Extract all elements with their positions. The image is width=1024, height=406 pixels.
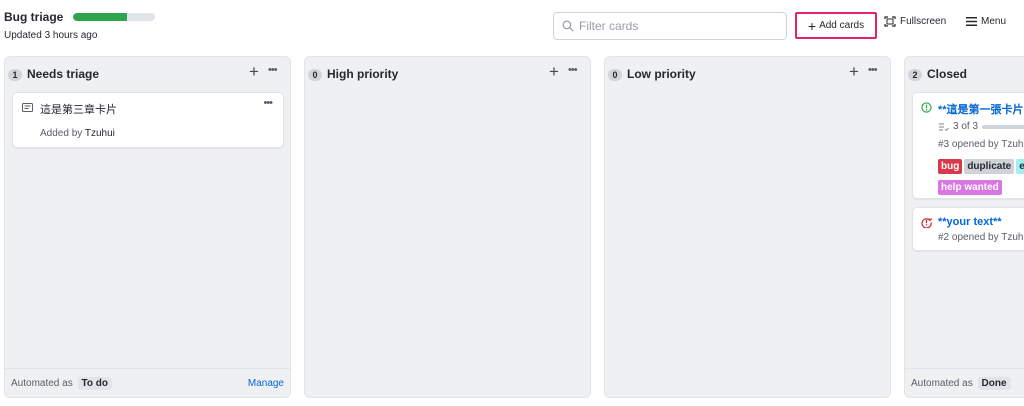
note-card-meta: Added by Tzuhui: [40, 128, 115, 139]
issue-opened-meta: #3 opened by Tzuhui: [938, 139, 1024, 150]
issue-label[interactable]: enhancement: [1016, 159, 1024, 174]
add-card-icon[interactable]: +: [849, 62, 859, 82]
issue-label[interactable]: duplicate: [964, 159, 1015, 174]
add-cards-button[interactable]: + Add cards: [795, 12, 877, 39]
column-footer: Automated as Done: [905, 368, 1024, 397]
checklist-icon: [939, 122, 949, 131]
menu-label: Menu: [981, 16, 1007, 27]
issue-open-icon: [921, 102, 932, 113]
add-cards-label: Add cards: [819, 20, 865, 31]
project-title: Bug triage: [4, 10, 64, 24]
issue-card[interactable]: **這是第一張卡片 3 of 3 #3 opened by Tzuhui bug…: [912, 92, 1024, 199]
column-title: Closed: [927, 67, 968, 81]
column-header: 1 Needs triage + •••: [5, 57, 290, 91]
column-closed: 2 Closed **這是第一張卡片 3 of 3 #3 opened by T…: [904, 56, 1024, 398]
automation-status: Automated as To do: [11, 377, 112, 390]
project-progress-fill: [73, 13, 128, 21]
issue-labels: bugduplicateenhancementgood first issueh…: [938, 156, 1024, 198]
automation-tag: Done: [977, 377, 1011, 390]
column-low-priority: 0 Low priority + •••: [604, 56, 891, 398]
fullscreen-label: Fullscreen: [900, 16, 947, 27]
note-card[interactable]: 這是第三章卡片 ••• Added by Tzuhui: [12, 92, 284, 148]
column-title: Needs triage: [27, 67, 100, 81]
added-by-label: Added by: [40, 128, 83, 139]
issue-label[interactable]: help wanted: [938, 180, 1002, 195]
column-header: 0 High priority + •••: [305, 57, 590, 91]
card-count-badge: 0: [308, 69, 322, 81]
card-count-badge: 0: [608, 69, 622, 81]
column-header: 2 Closed: [905, 57, 1024, 91]
task-progress-bar: [982, 124, 1024, 129]
issue-closed-icon: [921, 218, 932, 228]
automation-label: Automated as: [11, 378, 73, 389]
issue-opened-meta: #2 opened by Tzuhui: [938, 232, 1024, 243]
column-more-icon[interactable]: •••: [568, 64, 578, 76]
fullscreen-icon: [884, 16, 896, 27]
task-progress: 3 of 3: [938, 121, 1024, 132]
filter-cards-input[interactable]: [579, 19, 769, 33]
project-progress-bar: [73, 13, 155, 21]
column-needs-triage: 1 Needs triage + ••• 這是第三章卡片 ••• Added b…: [4, 56, 291, 398]
issue-label[interactable]: bug: [938, 159, 963, 174]
fullscreen-button[interactable]: Fullscreen: [884, 16, 946, 27]
column-header: 0 Low priority + •••: [605, 57, 890, 91]
issue-card-title[interactable]: **這是第一張卡片: [938, 101, 1024, 117]
search-icon: [562, 20, 574, 32]
note-icon: [22, 103, 33, 112]
note-card-title: 這是第三章卡片: [40, 104, 117, 116]
column-footer: Automated as To do Manage: [5, 368, 290, 397]
manage-automation-link[interactable]: Manage: [248, 378, 284, 389]
filter-cards-field[interactable]: [553, 12, 787, 40]
automation-status: Automated as Done: [911, 377, 1011, 390]
added-by-user[interactable]: Tzuhui: [85, 128, 115, 139]
issue-card-title[interactable]: **your text**: [938, 216, 1002, 228]
column-high-priority: 0 High priority + •••: [304, 56, 591, 398]
card-count-badge: 2: [908, 69, 922, 81]
add-card-icon[interactable]: +: [549, 62, 559, 82]
column-more-icon[interactable]: •••: [868, 64, 878, 76]
column-title: Low priority: [627, 67, 696, 81]
automation-label: Automated as: [911, 378, 973, 389]
add-card-icon[interactable]: +: [249, 62, 259, 82]
plus-icon: +: [807, 17, 817, 34]
card-count-badge: 1: [8, 69, 22, 81]
column-more-icon[interactable]: •••: [268, 64, 278, 76]
issue-card[interactable]: **your text** #2 opened by Tzuhui: [912, 207, 1024, 251]
menu-button[interactable]: Menu: [966, 16, 1006, 27]
project-header: Bug triage Updated 3 hours ago + Add car…: [0, 0, 1024, 50]
automation-tag: To do: [77, 377, 112, 390]
updated-timestamp: Updated 3 hours ago: [4, 30, 98, 41]
column-title: High priority: [327, 67, 399, 81]
task-count: 3 of 3: [953, 121, 979, 132]
card-more-icon[interactable]: •••: [263, 97, 273, 109]
hamburger-icon: [966, 17, 977, 26]
